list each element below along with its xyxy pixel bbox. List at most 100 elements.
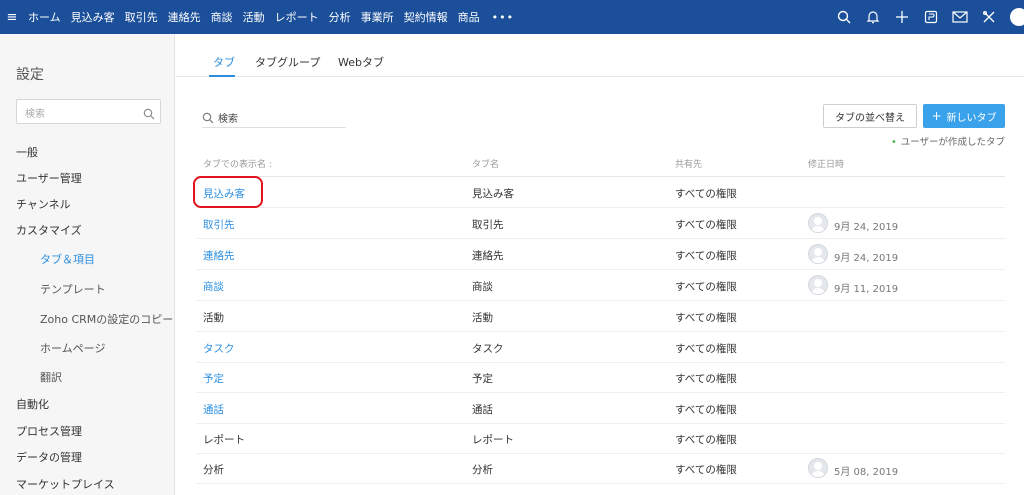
tools-icon[interactable] bbox=[976, 0, 1002, 34]
search-icon[interactable] bbox=[831, 0, 857, 34]
calendar-icon[interactable] bbox=[918, 0, 944, 34]
tab-name: 連絡先 bbox=[472, 250, 504, 262]
nav-item-accounts[interactable]: 取引先 bbox=[125, 9, 158, 25]
modified-date: 9月 24, 2019 bbox=[834, 222, 899, 233]
modified-info: 5月 08, 2019 bbox=[808, 457, 898, 478]
hamburger-icon[interactable]: ≡ bbox=[4, 10, 20, 25]
sidebar-item-translation[interactable]: 翻訳 bbox=[40, 369, 62, 385]
shared-with: すべての権限 bbox=[675, 343, 737, 355]
modified-date: 9月 24, 2019 bbox=[834, 253, 899, 264]
nav-item-analytics[interactable]: 分析 bbox=[329, 9, 351, 25]
nav-item-activities[interactable]: 活動 bbox=[243, 9, 265, 25]
modified-info: 9月 24, 2019 bbox=[808, 243, 898, 264]
column-header-display-name[interactable]: タブでの表示名 : bbox=[203, 157, 272, 170]
tab-display-name-link[interactable]: 通話 bbox=[203, 402, 224, 417]
tab-name: 見込み客 bbox=[472, 188, 514, 200]
shared-with: すべての権限 bbox=[675, 250, 737, 262]
top-navigation-bar: ≡ ホーム 見込み客 取引先 連絡先 商談 活動 レポート 分析 事業所 契約情… bbox=[0, 0, 1024, 34]
sidebar-search-placeholder: 検索 bbox=[25, 109, 45, 120]
tab-name: レポート bbox=[472, 434, 514, 446]
sidebar-title: 設定 bbox=[16, 67, 44, 83]
tab-web-tabs[interactable]: Webタブ bbox=[338, 54, 384, 70]
new-tab-label: 新しいタブ bbox=[946, 112, 997, 124]
tab-display-name-link[interactable]: 商談 bbox=[203, 279, 224, 294]
tab-name: 活動 bbox=[472, 312, 493, 324]
sidebar-item-tabs-fields[interactable]: タブ＆項目 bbox=[40, 251, 95, 267]
table-row: タスク タスク すべての権限 bbox=[196, 332, 1005, 363]
tab-tabs[interactable]: タブ bbox=[213, 54, 235, 70]
legend-text: ユーザーが作成したタブ bbox=[900, 137, 1005, 148]
nav-item-contacts[interactable]: 連絡先 bbox=[168, 9, 201, 25]
modified-info: 9月 24, 2019 bbox=[808, 212, 898, 233]
column-header-modified[interactable]: 修正日時 bbox=[808, 157, 844, 170]
search-icon bbox=[202, 109, 214, 128]
bell-icon[interactable] bbox=[860, 0, 886, 34]
modified-info: 9月 11, 2019 bbox=[808, 274, 898, 295]
user-avatar-icon[interactable] bbox=[1010, 8, 1024, 26]
user-avatar-icon bbox=[808, 274, 828, 295]
tab-display-name-link[interactable]: タスク bbox=[203, 341, 235, 356]
modified-date: 9月 11, 2019 bbox=[834, 284, 899, 295]
shared-with: すべての権限 bbox=[675, 464, 737, 476]
reorder-tabs-button[interactable]: タブの並べ替え bbox=[823, 104, 917, 128]
tab-display-name: 活動 bbox=[203, 312, 224, 324]
tab-display-name-link[interactable]: 予定 bbox=[203, 371, 224, 386]
nav-item-leads[interactable]: 見込み客 bbox=[71, 9, 115, 25]
column-header-tab-name[interactable]: タブ名 bbox=[472, 157, 499, 170]
nav-item-products[interactable]: 商品 bbox=[458, 9, 480, 25]
sidebar-item-templates[interactable]: テンプレート bbox=[40, 281, 106, 297]
nav-item-home[interactable]: ホーム bbox=[28, 9, 61, 25]
top-icons bbox=[828, 0, 1024, 34]
mail-icon[interactable] bbox=[947, 0, 973, 34]
new-tab-button[interactable]: + 新しいタブ bbox=[923, 104, 1005, 128]
table-row: 取引先 取引先 すべての権限 9月 24, 2019 bbox=[196, 208, 1005, 239]
shared-with: すべての権限 bbox=[675, 373, 737, 385]
shared-with: すべての権限 bbox=[675, 312, 737, 324]
user-avatar-icon bbox=[808, 212, 828, 233]
tab-name: 予定 bbox=[472, 373, 493, 385]
tab-display-name-link[interactable]: 取引先 bbox=[203, 217, 235, 232]
sidebar-item-channels[interactable]: チャンネル bbox=[16, 196, 71, 212]
sidebar-item-general[interactable]: 一般 bbox=[16, 144, 38, 160]
nav-item-contracts[interactable]: 契約情報 bbox=[404, 9, 448, 25]
shared-with: すべての権限 bbox=[675, 434, 737, 446]
sidebar-item-data-administration[interactable]: データの管理 bbox=[16, 449, 82, 465]
sidebar-item-copy-settings[interactable]: Zoho CRMの設定のコピー bbox=[40, 311, 173, 327]
shared-with: すべての権限 bbox=[675, 404, 737, 416]
tab-name: 商談 bbox=[472, 281, 493, 293]
legend-dot-icon: • bbox=[891, 137, 897, 148]
search-icon bbox=[143, 105, 155, 124]
sidebar-item-home-page[interactable]: ホームページ bbox=[40, 340, 105, 356]
sidebar-search-input[interactable]: 検索 bbox=[16, 99, 161, 124]
tab-display-name: レポート bbox=[203, 434, 245, 446]
more-modules-button[interactable]: ••• bbox=[492, 11, 514, 24]
modified-date: 5月 08, 2019 bbox=[834, 467, 899, 478]
active-tab-indicator bbox=[209, 75, 235, 77]
nav-item-offices[interactable]: 事業所 bbox=[361, 9, 394, 25]
table-row: 見込み客 見込み客 すべての権限 bbox=[196, 177, 1005, 208]
plus-icon[interactable] bbox=[889, 0, 915, 34]
sidebar-item-automation[interactable]: 自動化 bbox=[16, 396, 49, 412]
user-avatar-icon bbox=[808, 243, 828, 264]
tab-display-name-link[interactable]: 連絡先 bbox=[203, 248, 235, 263]
tab-tab-groups[interactable]: タブグループ bbox=[255, 54, 320, 70]
tab-display-name: 分析 bbox=[203, 464, 224, 476]
annotation-highlight bbox=[193, 176, 263, 208]
sidebar-item-process-management[interactable]: プロセス管理 bbox=[16, 423, 82, 439]
shared-with: すべての権限 bbox=[675, 219, 737, 231]
tab-search-placeholder: 検索 bbox=[218, 114, 238, 125]
sidebar-item-user-management[interactable]: ユーザー管理 bbox=[16, 170, 82, 186]
sidebar-item-marketplace[interactable]: マーケットプレイス bbox=[16, 476, 115, 492]
column-header-shared-with[interactable]: 共有先 bbox=[675, 157, 702, 170]
tab-bar: タブ タブグループ Webタブ bbox=[176, 34, 1024, 77]
sidebar-item-customization[interactable]: カスタマイズ bbox=[16, 222, 82, 238]
user-avatar-icon bbox=[808, 457, 828, 478]
nav-item-reports[interactable]: レポート bbox=[275, 9, 319, 25]
table-row: 商談 商談 すべての権限 9月 11, 2019 bbox=[196, 270, 1005, 301]
nav-item-deals[interactable]: 商談 bbox=[211, 9, 233, 25]
tab-search-input[interactable]: 検索 bbox=[202, 104, 346, 128]
tab-name: 分析 bbox=[472, 464, 493, 476]
table-row: 分析 分析 すべての権限 5月 08, 2019 bbox=[196, 453, 1005, 484]
table-row: 活動 活動 すべての権限 bbox=[196, 301, 1005, 332]
tab-name: 通話 bbox=[472, 404, 493, 416]
